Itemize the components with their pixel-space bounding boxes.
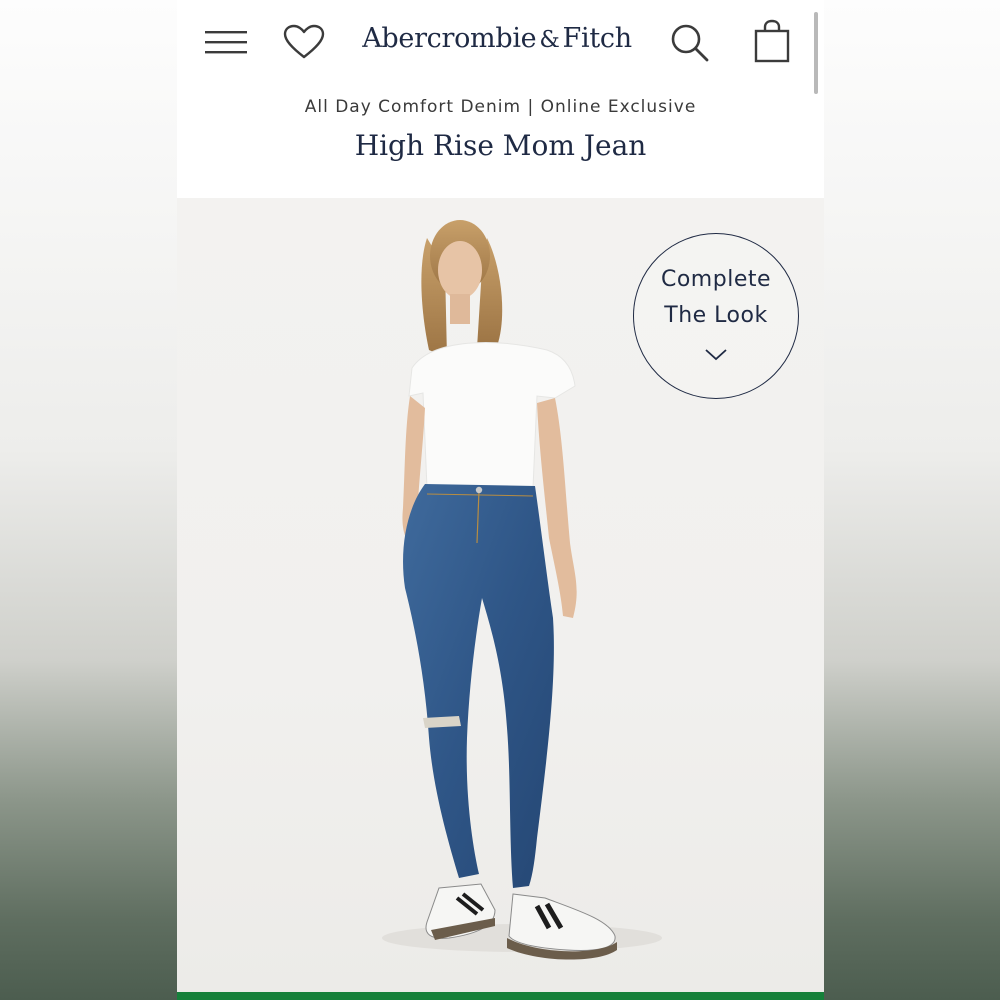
product-image[interactable]: Complete The Look	[177, 198, 824, 992]
scrollbar[interactable]	[814, 12, 818, 94]
complete-the-look-button[interactable]: Complete The Look	[633, 233, 799, 399]
shopping-bag-icon	[754, 19, 790, 63]
left-blurred-background	[0, 0, 177, 1000]
product-title: High Rise Mom Jean	[354, 129, 647, 162]
shopping-bag-button[interactable]	[751, 16, 793, 66]
logo-text-fitch: Fitch	[562, 23, 633, 54]
chevron-down-icon	[705, 349, 727, 361]
logo-text-abercrombie: Abercrombie	[362, 23, 537, 54]
complete-the-look-line2: The Look	[664, 303, 768, 328]
hamburger-menu-icon	[205, 31, 247, 54]
bottom-accent-bar	[177, 992, 824, 1000]
product-subtitle: All Day Comfort Denim | Online Exclusive	[304, 97, 697, 117]
search-icon	[671, 24, 709, 62]
brand-logo[interactable]: Abercrombie & Fitch	[347, 18, 647, 60]
site-header: Abercrombie & Fitch All Day Comfort Denim …	[177, 0, 824, 198]
complete-the-look-label: Complete The Look	[634, 262, 798, 334]
logo-ampersand: &	[539, 27, 560, 53]
right-blurred-background	[824, 0, 1000, 1000]
menu-button[interactable]	[203, 22, 249, 62]
wishlist-button[interactable]	[282, 22, 326, 62]
complete-the-look-line1: Complete	[660, 267, 772, 292]
search-button[interactable]	[667, 20, 713, 66]
mobile-screen: Abercrombie & Fitch All Day Comfort Denim …	[177, 0, 824, 1000]
heart-icon	[283, 24, 325, 59]
